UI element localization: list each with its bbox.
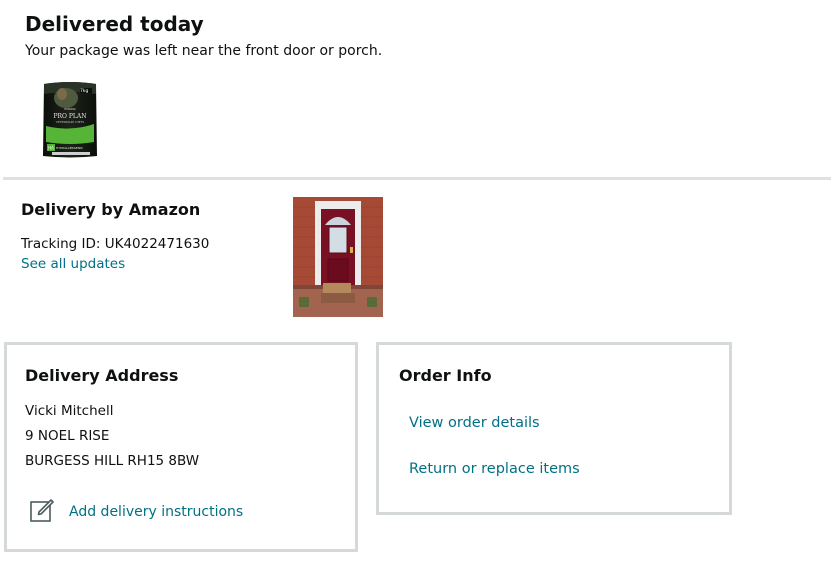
delivery-photo[interactable] xyxy=(293,197,383,317)
svg-text:HYPOALLERGENIC: HYPOALLERGENIC xyxy=(56,146,83,150)
edit-note-icon xyxy=(29,497,55,527)
svg-text:7kg: 7kg xyxy=(80,88,88,94)
front-door-photo-image xyxy=(293,197,383,317)
delivery-status-subtitle: Your package was left near the front doo… xyxy=(25,43,383,59)
address-city-postcode: BURGESS HILL RH15 8BW xyxy=(25,453,200,469)
product-thumbnail[interactable]: 7kg PURINA PRO PLAN VETERINARY DIETS HA … xyxy=(40,80,100,160)
delivery-address-title: Delivery Address xyxy=(25,366,179,385)
svg-text:PURINA: PURINA xyxy=(64,107,76,111)
dog-food-bag-image: 7kg PURINA PRO PLAN VETERINARY DIETS HA … xyxy=(43,82,97,158)
add-delivery-instructions[interactable]: Add delivery instructions xyxy=(29,497,243,527)
address-street: 9 NOEL RISE xyxy=(25,428,110,444)
svg-text:PRO PLAN: PRO PLAN xyxy=(54,113,87,120)
carrier-title: Delivery by Amazon xyxy=(21,200,201,219)
view-order-details-link[interactable]: View order details xyxy=(409,415,540,431)
delivery-address-card: Delivery Address Vicki Mitchell 9 NOEL R… xyxy=(4,342,358,552)
delivery-status-title: Delivered today xyxy=(25,12,204,36)
address-name: Vicki Mitchell xyxy=(25,403,114,419)
return-replace-items-link[interactable]: Return or replace items xyxy=(409,461,580,477)
see-all-updates-link[interactable]: See all updates xyxy=(21,256,125,272)
order-info-card: Order Info View order details Return or … xyxy=(376,342,732,515)
add-delivery-instructions-link[interactable]: Add delivery instructions xyxy=(69,504,243,520)
svg-text:HA: HA xyxy=(48,146,54,151)
svg-text:VETERINARY DIETS: VETERINARY DIETS xyxy=(56,120,85,124)
tracking-id: Tracking ID: UK4022471630 xyxy=(21,236,210,252)
section-divider xyxy=(3,177,831,180)
order-info-title: Order Info xyxy=(399,366,492,385)
